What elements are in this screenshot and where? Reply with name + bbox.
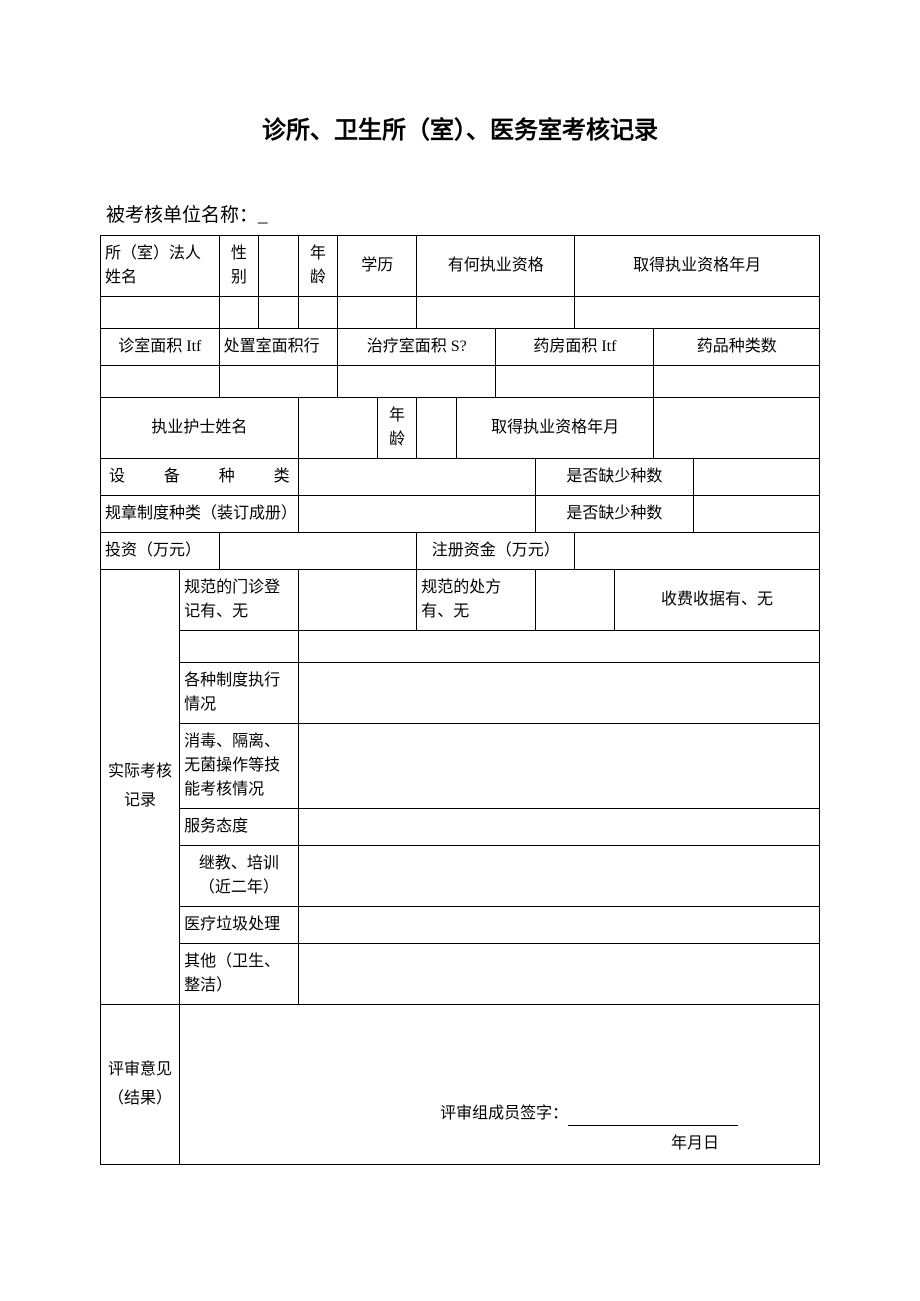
- cell: [298, 496, 535, 533]
- cell: [298, 846, 819, 907]
- label-age: 年龄: [298, 236, 338, 297]
- label-drug-types: 药品种类数: [654, 329, 820, 366]
- cell: [338, 366, 496, 398]
- date-label: 年月日: [671, 1132, 719, 1156]
- cell: [298, 459, 535, 496]
- signature-line: [568, 1125, 738, 1126]
- signature-label: 评审组成员签字：: [440, 1102, 738, 1126]
- page-title: 诊所、卫生所（室）、医务室考核记录: [100, 110, 820, 145]
- cell: [693, 496, 819, 533]
- label-waste: 医疗垃圾处理: [180, 907, 299, 944]
- label-treatment-area: 治疗室面积 S?: [338, 329, 496, 366]
- cell: [417, 398, 457, 459]
- cell: [180, 631, 299, 663]
- cell: [654, 398, 820, 459]
- cell: [535, 570, 614, 631]
- label-registered: 注册资金（万元）: [417, 533, 575, 570]
- label-registration: 规范的门诊登记有、无: [180, 570, 299, 631]
- label-qual: 有何执业资格: [417, 236, 575, 297]
- cell: [101, 366, 220, 398]
- assessment-table: 所（室）法人姓名 性别 年龄 学历 有何执业资格 取得执业资格年月 诊室面积 I…: [100, 235, 820, 1165]
- cell: [219, 297, 259, 329]
- cell: [575, 297, 820, 329]
- label-regulations: 规章制度种类（装订成册）: [101, 496, 299, 533]
- label-nurse-qual-date: 取得执业资格年月: [456, 398, 654, 459]
- cell: [298, 663, 819, 724]
- cell: [298, 724, 819, 809]
- label-disposal-area: 处置室面积行: [219, 329, 338, 366]
- cell: [496, 366, 654, 398]
- cell: [101, 297, 220, 329]
- label-equipment: 设备种类: [101, 459, 299, 496]
- cell: [298, 570, 417, 631]
- cell: [259, 236, 299, 297]
- text: 设备种: [109, 468, 274, 485]
- cell: [298, 944, 819, 1005]
- label-investment: 投资（万元）: [101, 533, 220, 570]
- label-receipt: 收费收据有、无: [614, 570, 819, 631]
- label-edu: 学历: [338, 236, 417, 297]
- label-attitude: 服务态度: [180, 809, 299, 846]
- label-reg-short: 是否缺少种数: [535, 496, 693, 533]
- label-pharmacy-area: 药房面积 Itf: [496, 329, 654, 366]
- label-other: 其他（卫生、整洁）: [180, 944, 299, 1005]
- label-qual-date: 取得执业资格年月: [575, 236, 820, 297]
- label-training: 继教、培训（近二年）: [180, 846, 299, 907]
- label-system-impl: 各种制度执行情况: [180, 663, 299, 724]
- text: 评审组成员签字：: [440, 1105, 568, 1122]
- cell: [298, 297, 338, 329]
- label-gender: 性别: [219, 236, 259, 297]
- label-review-opinion: 评审意见（结果）: [101, 1005, 180, 1165]
- cell: [298, 398, 377, 459]
- cell: [298, 809, 819, 846]
- label-legal-name: 所（室）法人姓名: [101, 236, 220, 297]
- cell: [575, 533, 820, 570]
- unit-name-label: 被考核单位名称：_: [100, 200, 820, 227]
- label-prescription: 规范的处方有、无: [417, 570, 536, 631]
- label-clinic-area: 诊室面积 Itf: [101, 329, 220, 366]
- cell: [654, 366, 820, 398]
- cell: [298, 631, 819, 663]
- label-assessment-record: 实际考核记录: [101, 570, 180, 1005]
- signature-block: 评审组成员签字： 年月日: [180, 1005, 820, 1165]
- label-nurse-name: 执业护士姓名: [101, 398, 299, 459]
- cell: [417, 297, 575, 329]
- label-sterile-skills: 消毒、隔离、无菌操作等技能考核情况: [180, 724, 299, 809]
- cell: [219, 366, 338, 398]
- text: 类: [274, 468, 290, 485]
- label-equip-short: 是否缺少种数: [535, 459, 693, 496]
- label-nurse-age: 年龄: [377, 398, 417, 459]
- cell: [338, 297, 417, 329]
- cell: [219, 533, 417, 570]
- cell: [259, 297, 299, 329]
- cell: [298, 907, 819, 944]
- cell: [693, 459, 819, 496]
